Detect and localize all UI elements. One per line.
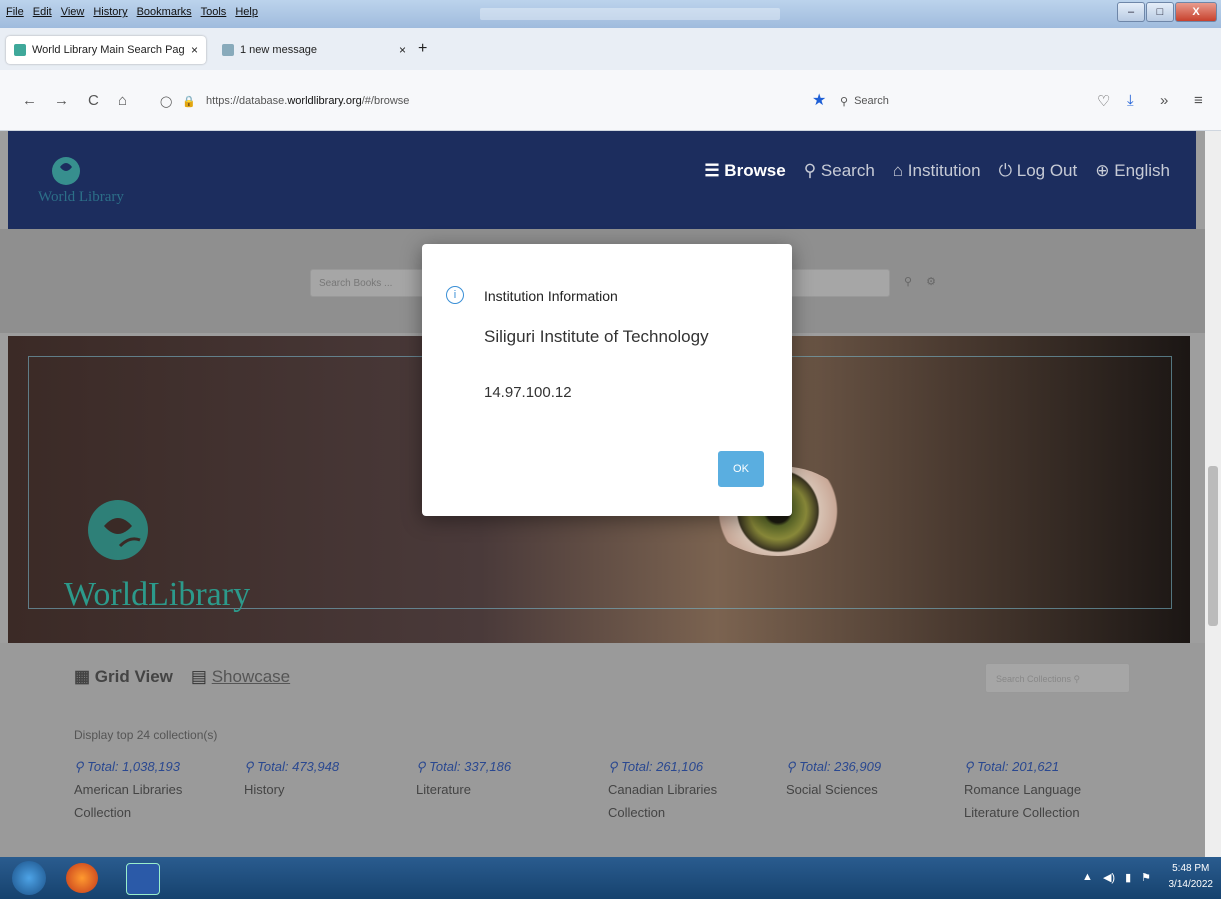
pocket-icon[interactable]: ♡: [1097, 92, 1110, 110]
mail-favicon-icon: [222, 44, 234, 56]
reload-icon[interactable]: C: [88, 92, 99, 109]
network-icon[interactable]: ▮: [1125, 871, 1131, 884]
new-tab-button[interactable]: +: [418, 40, 427, 58]
nav-log-out[interactable]: ⏻ Log Out: [999, 161, 1078, 181]
grid-icon: ▦: [74, 667, 91, 686]
search-icon[interactable]: ⚲: [904, 275, 912, 288]
menu-tools[interactable]: Tools: [201, 6, 227, 18]
institution-ip: 14.97.100.12: [484, 384, 572, 401]
navigation-bar: ← → C ⌂ ◯ 🔒 https://database.worldlibrar…: [0, 70, 1221, 131]
display-count-text: Display top 24 collection(s): [74, 728, 218, 742]
world-library-favicon-icon: [14, 44, 26, 56]
search-icon: ⚲: [840, 95, 849, 108]
collection-item[interactable]: ⚲ Total: 201,621 Romance Language Litera…: [964, 755, 1104, 824]
lock-icon: 🔒: [182, 95, 197, 108]
search-icon: ⚲: [416, 759, 426, 774]
hero-logo-text: WorldLibrary: [64, 576, 251, 613]
collection-item[interactable]: ⚲ Total: 261,106 Canadian Libraries Coll…: [608, 755, 738, 824]
ok-button[interactable]: OK: [718, 451, 764, 487]
start-button[interactable]: [12, 861, 46, 895]
action-center-flag-icon[interactable]: ⚑: [1141, 871, 1151, 884]
tab-title: 1 new message: [240, 44, 318, 56]
search-icon: ⚲: [244, 759, 254, 774]
menu-items: File Edit View History Bookmarks Tools H…: [6, 6, 258, 18]
shield-icon: ◯: [160, 95, 173, 108]
search-icon: ⚲: [786, 759, 796, 774]
showcase-icon: ▤: [190, 667, 207, 686]
collections-section: ▦ Grid View ▤ Showcase Search Collection…: [0, 643, 1205, 857]
menu-edit[interactable]: Edit: [33, 6, 52, 18]
tab-new-message[interactable]: 1 new message ×: [214, 36, 414, 64]
institution-name: Siliguri Institute of Technology: [484, 327, 709, 346]
world-library-logo[interactable]: World Library: [38, 149, 148, 209]
settings-icon[interactable]: ⚙: [926, 275, 936, 288]
home-icon[interactable]: ⌂: [118, 92, 127, 109]
collection-item[interactable]: ⚲ Total: 236,909 Social Sciences: [786, 755, 946, 801]
maximize-button[interactable]: □: [1146, 2, 1174, 22]
back-icon[interactable]: ←: [22, 92, 37, 109]
system-clock[interactable]: 5:48 PM 3/14/2022: [1169, 861, 1214, 893]
search-icon: ⚲: [608, 759, 618, 774]
close-tab-icon[interactable]: ×: [191, 43, 198, 57]
system-tray: ▲ ◀) ▮ ⚑: [1082, 871, 1151, 884]
browser-search-box[interactable]: ⚲ Search: [840, 88, 1060, 114]
page-scrollbar[interactable]: [1205, 131, 1221, 857]
grid-view-tab[interactable]: ▦ Grid View: [74, 667, 173, 687]
window-controls: – □ X: [1117, 2, 1217, 22]
nav-browse[interactable]: ☰ Browse: [704, 161, 785, 181]
menu-bar: File Edit View History Bookmarks Tools H…: [0, 0, 1221, 28]
menu-file[interactable]: File: [6, 6, 24, 18]
info-icon: i: [446, 286, 464, 304]
minimize-button[interactable]: –: [1117, 2, 1145, 22]
word-icon[interactable]: [126, 863, 160, 895]
close-window-button[interactable]: X: [1175, 2, 1217, 22]
search-icon: ⚲: [964, 759, 974, 774]
site-header: World Library ☰ Browse ⚲ Search ⌂ Instit…: [8, 131, 1196, 229]
collection-item[interactable]: ⚲ Total: 337,186 Literature: [416, 755, 576, 801]
view-tabs: ▦ Grid View ▤ Showcase: [74, 667, 290, 687]
list-icon: ☰: [704, 161, 720, 180]
close-tab-icon[interactable]: ×: [399, 43, 406, 57]
app-menu-icon[interactable]: ≡: [1194, 92, 1203, 109]
download-icon[interactable]: ⤓: [1127, 92, 1134, 109]
url-text: https://database.worldlibrary.org/#/brow…: [206, 95, 410, 107]
menu-bookmarks[interactable]: Bookmarks: [137, 6, 192, 18]
institution-icon: ⌂: [892, 161, 904, 180]
logout-icon: ⏻: [998, 161, 1013, 180]
tab-title: World Library Main Search Pag: [32, 44, 185, 56]
show-hidden-icons-icon[interactable]: ▲: [1082, 871, 1093, 884]
window-caption: [480, 8, 780, 20]
url-bar[interactable]: ◯ 🔒 https://database.worldlibrary.org/#/…: [160, 88, 760, 114]
scrollbar-thumb[interactable]: [1208, 466, 1218, 626]
nav-search[interactable]: ⚲ Search: [804, 161, 875, 181]
firefox-icon[interactable]: [66, 863, 98, 893]
menu-history[interactable]: History: [93, 6, 127, 18]
collection-item[interactable]: ⚲ Total: 1,038,193 American Libraries Co…: [74, 755, 234, 824]
tab-world-library[interactable]: World Library Main Search Pag ×: [6, 36, 206, 64]
collection-search-input[interactable]: Search Collections ⚲: [985, 663, 1130, 693]
bookmark-star-icon[interactable]: ★: [812, 90, 826, 110]
nav-institution[interactable]: ⌂ Institution: [893, 161, 981, 181]
institution-info-dialog: i Institution Information Siliguri Insti…: [422, 244, 792, 516]
search-icon: ⚲: [74, 759, 84, 774]
showcase-tab[interactable]: ▤ Showcase: [191, 667, 290, 687]
logo-text: World Library: [38, 189, 124, 205]
dialog-title: Institution Information: [484, 288, 618, 304]
search-icon: ⚲: [803, 161, 817, 180]
site-nav: ☰ Browse ⚲ Search ⌂ Institution ⏻ Log Ou…: [704, 161, 1170, 181]
nav-language[interactable]: ⊕ English: [1095, 161, 1170, 181]
search-placeholder: Search: [854, 95, 889, 107]
forward-icon[interactable]: →: [54, 92, 69, 109]
tab-strip: World Library Main Search Pag × 1 new me…: [0, 28, 1221, 70]
clock-date: 3/14/2022: [1168, 879, 1214, 890]
volume-icon[interactable]: ◀): [1103, 871, 1115, 884]
search-actions: ⚲ ⚙: [904, 275, 936, 288]
windows-taskbar: ▲ ◀) ▮ ⚑ 5:48 PM 3/14/2022: [0, 857, 1221, 899]
clock-time: 5:48 PM: [1172, 863, 1210, 874]
overflow-icon[interactable]: »: [1160, 92, 1168, 109]
menu-view[interactable]: View: [61, 6, 85, 18]
globe-icon: ⊕: [1095, 161, 1110, 180]
menu-help[interactable]: Help: [235, 6, 258, 18]
collection-item[interactable]: ⚲ Total: 473,948 History: [244, 755, 404, 801]
